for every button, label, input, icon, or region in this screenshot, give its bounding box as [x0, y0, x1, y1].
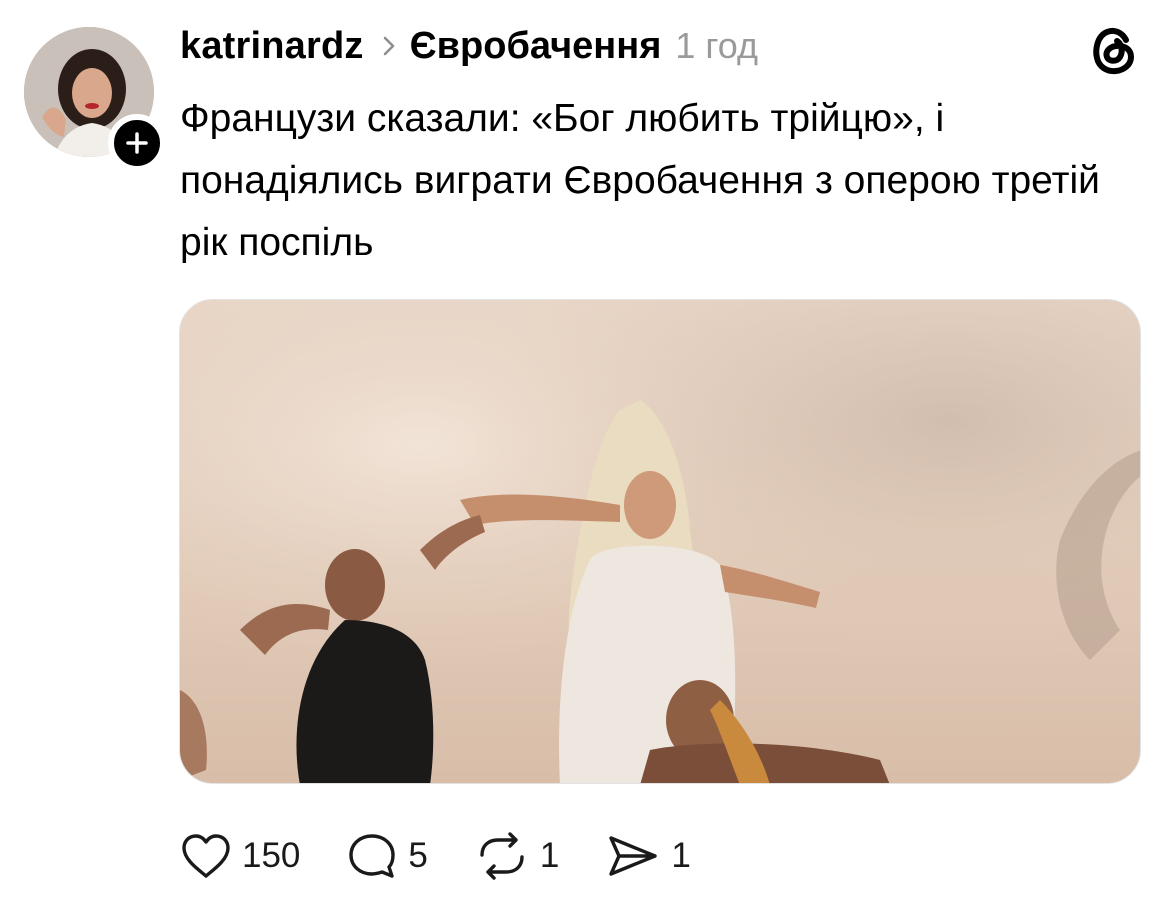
performance-image [180, 300, 1140, 783]
repost-icon [480, 832, 524, 880]
repost-button[interactable]: 1 [474, 831, 559, 881]
post-video-thumbnail[interactable] [179, 299, 1141, 784]
post-text: Французи сказали: «Бог любить трійцю», і… [180, 97, 1100, 264]
post-header: katrinardz Євробачення 1 год [180, 20, 758, 72]
post-timestamp: 1 год [675, 25, 758, 66]
topic-link[interactable]: Євробачення [410, 25, 662, 68]
chevron-right-icon [382, 34, 396, 58]
comment-button[interactable]: 5 [346, 831, 428, 881]
threads-logo-icon[interactable] [1086, 22, 1142, 78]
comment-count: 5 [408, 836, 428, 875]
like-button[interactable]: 150 [180, 832, 300, 880]
threads-post: katrinardz Євробачення 1 год Французи ск… [0, 0, 1176, 908]
avatar-container[interactable] [24, 27, 166, 172]
like-count: 150 [242, 836, 301, 875]
repost-count: 1 [539, 836, 560, 875]
post-actions: 150 5 1 1 [180, 826, 737, 886]
send-icon [609, 836, 658, 876]
share-count: 1 [671, 836, 691, 875]
heart-icon [182, 834, 230, 878]
username-link[interactable]: katrinardz [180, 25, 364, 68]
share-button[interactable]: 1 [605, 832, 691, 880]
follow-button[interactable] [108, 114, 166, 172]
plus-icon [126, 132, 148, 154]
comment-bubble-icon [349, 834, 396, 878]
